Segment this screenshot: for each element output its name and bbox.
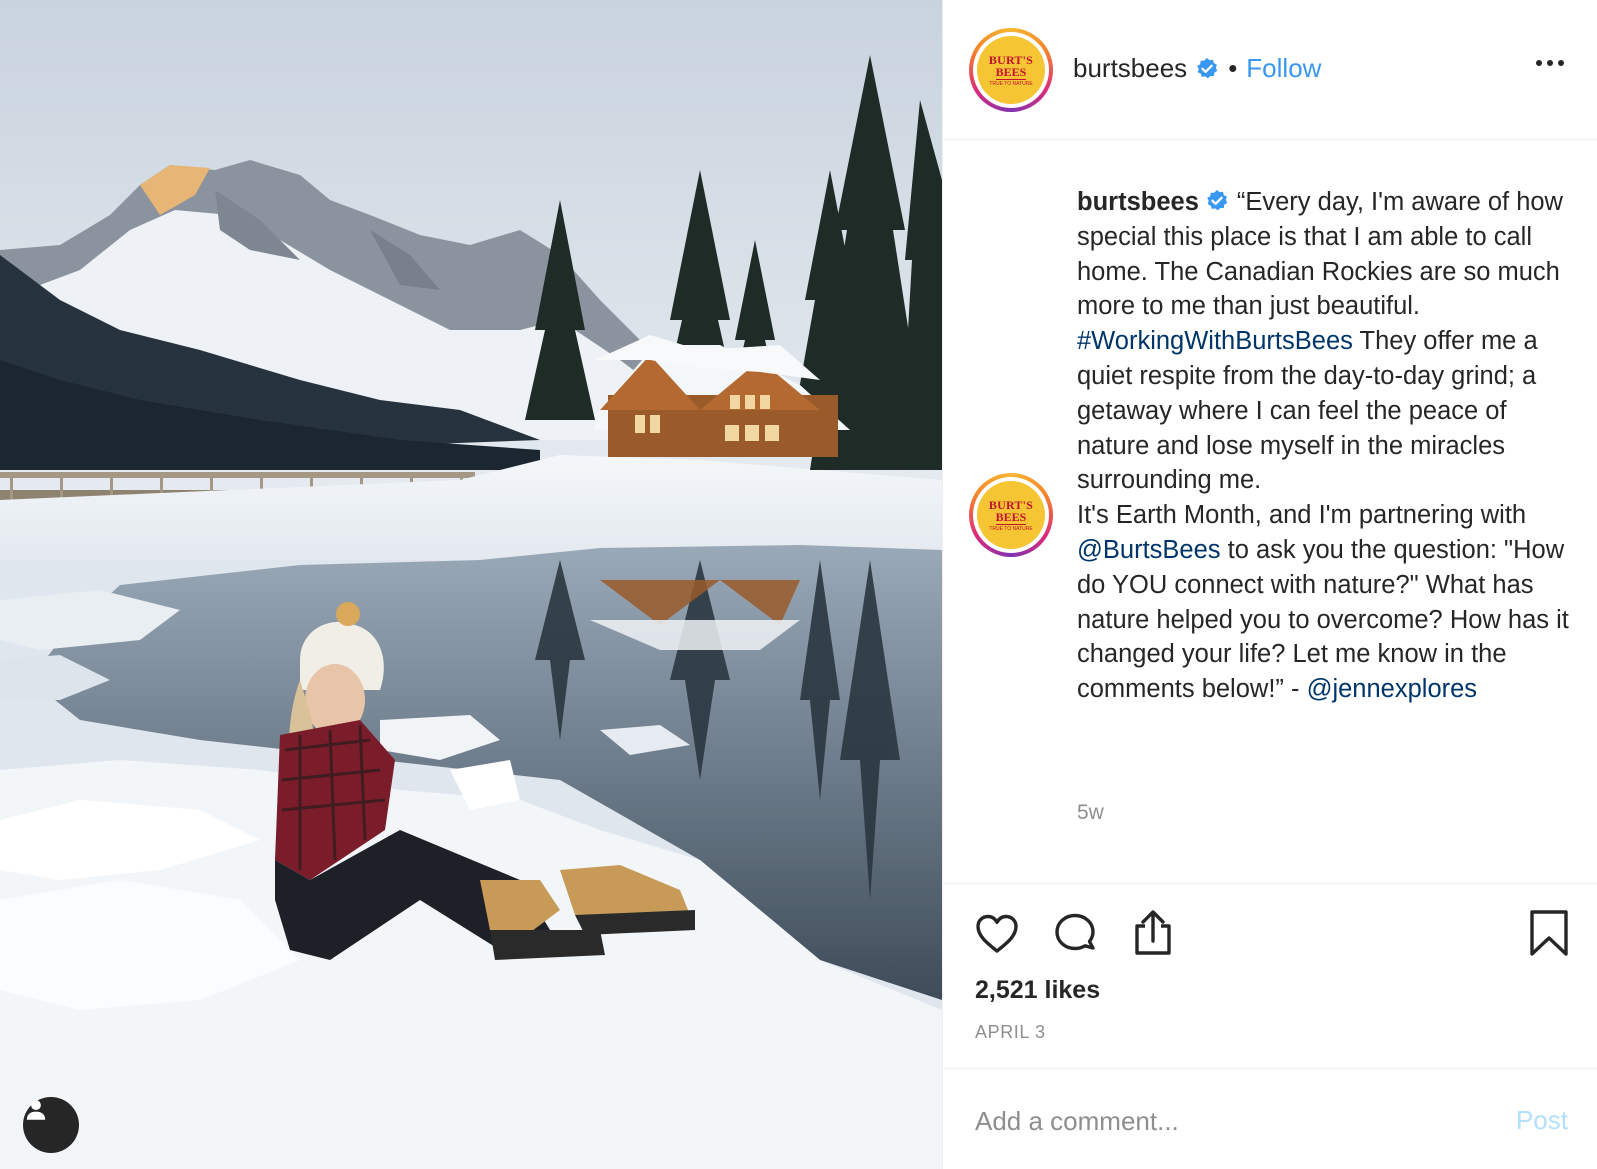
verified-badge-icon: [1195, 57, 1219, 81]
share-icon: [1135, 910, 1171, 955]
caption-text-segment: It's Earth Month, and I'm partnering wit…: [1077, 501, 1527, 530]
header-user-row: burtsbees • Follow: [1073, 53, 1321, 84]
burts-bees-logo: BURT'S BEES TRUE TO NATURE: [977, 481, 1045, 549]
tagged-users-button[interactable]: [23, 1097, 79, 1153]
like-button[interactable]: [973, 910, 1021, 958]
share-button[interactable]: [1129, 908, 1177, 958]
follow-button[interactable]: Follow: [1246, 53, 1321, 84]
caption-username[interactable]: burtsbees: [1077, 188, 1199, 216]
header-username[interactable]: burtsbees: [1073, 53, 1187, 84]
caption-mention-link[interactable]: @jennexplores: [1307, 675, 1477, 703]
save-button[interactable]: [1528, 908, 1570, 958]
instagram-post: BURT'S BEES TRUE TO NATURE burtsbees • F…: [0, 0, 1597, 1169]
time-ago[interactable]: 5w: [1077, 801, 1104, 825]
burts-bees-logo: BURT'S BEES TRUE TO NATURE: [977, 36, 1045, 104]
post-date[interactable]: APRIL 3: [975, 1022, 1046, 1043]
comment-input[interactable]: [975, 1099, 1475, 1143]
caption-body: “Every day, I'm aware of how special thi…: [1077, 188, 1569, 703]
verified-badge-icon: [1205, 189, 1229, 213]
avatar[interactable]: BURT'S BEES TRUE TO NATURE: [969, 28, 1053, 112]
more-options-icon[interactable]: [1532, 56, 1568, 70]
comment-bubble-icon: [1055, 913, 1095, 951]
caption-hashtag-link[interactable]: #WorkingWithBurtsBees: [1077, 327, 1353, 355]
heart-icon: [976, 914, 1018, 953]
post-header: BURT'S BEES TRUE TO NATURE burtsbees • F…: [943, 0, 1597, 140]
action-bar: 2,521 likes APRIL 3: [943, 883, 1597, 1068]
caption-avatar[interactable]: BURT'S BEES TRUE TO NATURE: [969, 473, 1053, 557]
bookmark-icon: [1530, 910, 1568, 956]
caption-mention-link[interactable]: @BurtsBees: [1077, 536, 1221, 564]
separator-dot: •: [1228, 53, 1238, 83]
comment-button[interactable]: [1051, 910, 1099, 958]
user-tag-icon: [26, 1100, 46, 1120]
caption-section: BURT'S BEES TRUE TO NATURE burtsbees “Ev…: [943, 141, 1597, 883]
post-details-pane: BURT'S BEES TRUE TO NATURE burtsbees • F…: [942, 0, 1597, 1169]
post-comment-button[interactable]: Post: [1516, 1105, 1568, 1136]
post-photo[interactable]: [0, 0, 942, 1169]
likes-count[interactable]: 2,521 likes: [975, 976, 1100, 1005]
winter-lake-cabin-photo: [0, 0, 942, 1169]
caption-text: burtsbees “Every day, I'm aware of how s…: [1077, 185, 1572, 707]
comment-bar: Post: [943, 1068, 1597, 1169]
